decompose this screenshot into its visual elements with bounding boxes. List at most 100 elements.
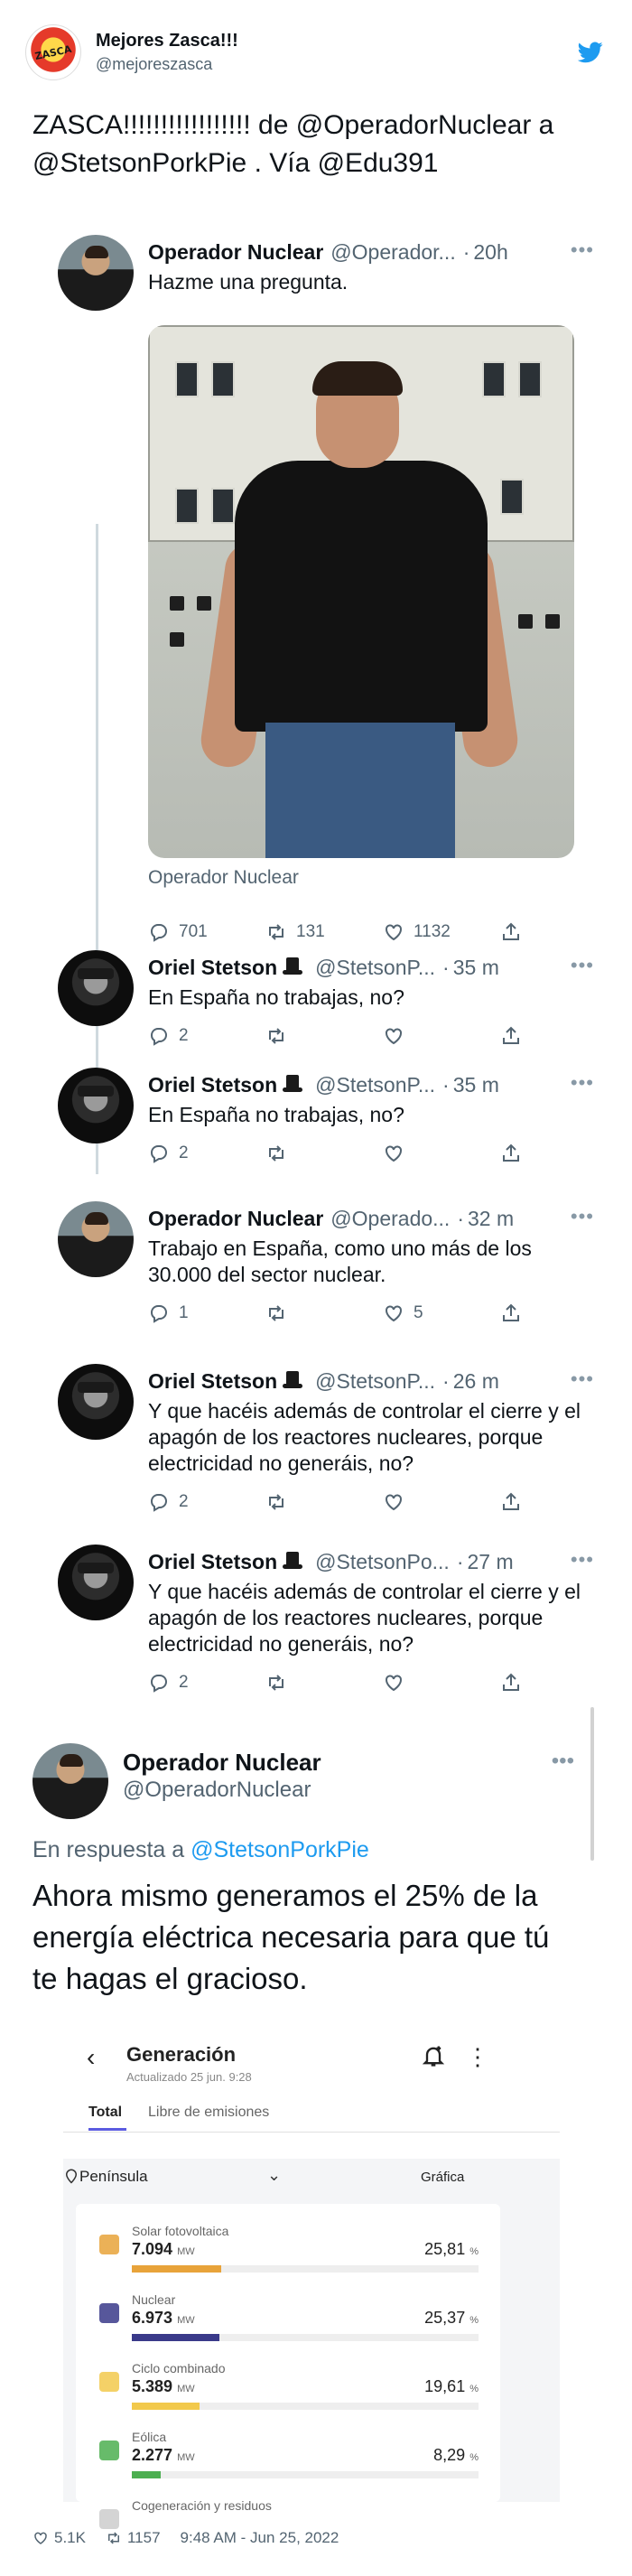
retweet-icon — [269, 924, 283, 940]
timestamp[interactable]: 9:48 AM - Jun 25, 2022 — [181, 2529, 339, 2547]
avatar[interactable] — [58, 1201, 134, 1277]
more-options-icon[interactable]: ••• — [571, 1548, 594, 1572]
more-options-icon[interactable]: ••• — [571, 1071, 594, 1095]
twitter-bird-icon[interactable] — [578, 42, 603, 63]
retweet-button[interactable] — [265, 1025, 383, 1047]
author-name[interactable]: Mejores Zasca!!! — [96, 31, 238, 51]
more-options-icon[interactable]: ••• — [571, 1205, 594, 1228]
chart-view-button[interactable]: Gráfica — [421, 2170, 464, 2185]
back-arrow-icon[interactable]: ‹ — [87, 2043, 95, 2072]
author-handle[interactable]: @mejoreszasca — [96, 55, 238, 74]
like-button[interactable] — [383, 1143, 500, 1164]
reply-button[interactable]: 1 — [148, 1302, 265, 1324]
share-button[interactable] — [500, 1143, 536, 1164]
share-button[interactable] — [500, 921, 536, 943]
share-button[interactable] — [500, 1302, 536, 1324]
tweet-author-handle[interactable]: @StetsonP... — [315, 1367, 435, 1395]
panel-switch — [545, 614, 560, 629]
generation-row[interactable]: Ciclo combinado 5.389 MW 19,61 % — [76, 2354, 500, 2417]
generation-row[interactable]: Nuclear 6.973 MW 25,37 % — [76, 2285, 500, 2348]
tweet-time: 26 m — [452, 1369, 499, 1393]
avatar[interactable]: ZASCA — [25, 24, 81, 80]
tweet-author-name[interactable]: Operador Nuclear — [148, 1205, 323, 1232]
reply-button[interactable]: 2 — [148, 1143, 265, 1164]
like-button[interactable]: 5.1K — [33, 2529, 86, 2547]
scrollbar[interactable] — [590, 1707, 594, 1861]
share-button[interactable] — [500, 1025, 536, 1047]
tweet-author-handle[interactable]: @StetsonP... — [315, 954, 435, 981]
tab-libre-emisiones[interactable]: Libre de emisiones — [148, 2105, 269, 2121]
reply-author-name[interactable]: Operador Nuclear — [123, 1749, 321, 1777]
retweet-button[interactable]: 1157 — [106, 2529, 161, 2547]
tweet-text: En España no trabajas, no? — [148, 1103, 404, 1126]
like-button[interactable]: 5 — [383, 1302, 500, 1324]
retweet-button[interactable] — [265, 1491, 383, 1513]
reply-button[interactable]: 2 — [148, 1672, 265, 1694]
like-button[interactable] — [383, 1491, 500, 1513]
like-button[interactable] — [383, 1025, 500, 1047]
avatar[interactable] — [58, 1545, 134, 1620]
like-button[interactable]: 1132 — [383, 921, 500, 943]
heart-icon — [386, 1145, 402, 1162]
reply-icon — [151, 1028, 167, 1046]
share-icon — [503, 1143, 519, 1162]
tweet-author-handle[interactable]: @Operado... — [330, 1205, 450, 1232]
retweet-icon — [269, 1145, 283, 1162]
bell-plus-icon[interactable] — [421, 2043, 446, 2068]
chevron-down-icon[interactable]: ⌄ — [267, 2166, 281, 2185]
more-options-icon[interactable]: ••• — [571, 954, 594, 977]
tweet-author-handle[interactable]: @Operador... — [330, 238, 455, 266]
tweet-author-handle[interactable]: @StetsonP... — [315, 1071, 435, 1098]
share-button[interactable] — [500, 1672, 536, 1694]
tweet-author-name[interactable]: Oriel Stetson — [148, 1367, 277, 1395]
retweet-button[interactable]: 131 — [265, 921, 383, 943]
kebab-menu-icon[interactable]: ⋮ — [466, 2043, 489, 2071]
region-select[interactable]: Península — [79, 2168, 148, 2186]
share-icon — [503, 1492, 519, 1510]
tab-total[interactable]: Total — [88, 2105, 122, 2121]
retweet-button[interactable] — [265, 1672, 383, 1694]
more-options-icon[interactable]: ••• — [552, 1749, 574, 1774]
tweet-author-name[interactable]: Oriel Stetson — [148, 1548, 277, 1575]
avatar[interactable] — [58, 1068, 134, 1143]
more-options-icon[interactable]: ••• — [571, 1367, 594, 1391]
reply-button[interactable]: 2 — [148, 1491, 265, 1513]
reply-count: 2 — [179, 1492, 189, 1511]
reply-author-handle[interactable]: @OperadorNuclear — [123, 1778, 311, 1803]
panel-gauge — [518, 361, 542, 397]
generation-row[interactable]: Solar fotovoltaica 7.094 MW 25,81 % — [76, 2217, 500, 2280]
thread-tweet[interactable]: Operador Nuclear @Operado... · 32 m ••• … — [58, 1201, 599, 1337]
like-button[interactable] — [383, 1672, 500, 1694]
panel-switch — [197, 596, 211, 611]
share-button[interactable] — [500, 1491, 536, 1513]
reply-button[interactable]: 2 — [148, 1025, 265, 1047]
avatar[interactable] — [58, 950, 134, 1026]
avatar[interactable] — [58, 235, 134, 311]
top-hat-icon — [283, 1075, 303, 1095]
thread-tweet[interactable]: Oriel Stetson @StetsonP... · 35 m ••• En… — [58, 1068, 599, 1176]
avatar[interactable] — [33, 1743, 108, 1819]
tweet-photo[interactable] — [148, 325, 574, 858]
thread-tweet[interactable]: Operador Nuclear @Operador... · 20h ••• … — [58, 235, 599, 957]
retweet-button[interactable] — [265, 1143, 383, 1164]
retweet-button[interactable] — [265, 1302, 383, 1324]
generation-row[interactable]: Eólica 2.277 MW 8,29 % — [76, 2422, 500, 2486]
thread-tweet[interactable]: Oriel Stetson @StetsonP... · 35 m ••• En… — [58, 950, 599, 1059]
in-reply-link[interactable]: @StetsonPorkPie — [191, 1837, 369, 1862]
panel-gauge — [500, 479, 524, 515]
tweet-author-handle[interactable]: @StetsonPo... — [315, 1548, 450, 1575]
tweet-author-name[interactable]: Oriel Stetson — [148, 1071, 277, 1098]
more-options-icon[interactable]: ••• — [571, 238, 594, 262]
reply-button[interactable]: 701 — [148, 921, 265, 943]
tweet-author-name[interactable]: Operador Nuclear — [148, 238, 323, 266]
avatar[interactable] — [58, 1364, 134, 1440]
share-icon — [503, 1673, 519, 1691]
top-hat-icon — [283, 957, 303, 977]
share-bar-fill — [132, 2334, 219, 2341]
percent-unit: % — [469, 2315, 479, 2326]
thread-tweet[interactable]: Oriel Stetson @StetsonP... · 26 m ••• Y … — [58, 1364, 599, 1526]
tweet-author-name[interactable]: Oriel Stetson — [148, 954, 277, 981]
tweet-time: 27 m — [467, 1550, 514, 1573]
thread-screenshot: Operador Nuclear @Operador... · 20h ••• … — [33, 217, 601, 2529]
thread-tweet[interactable]: Oriel Stetson @StetsonPo... · 27 m ••• Y… — [58, 1545, 599, 1707]
